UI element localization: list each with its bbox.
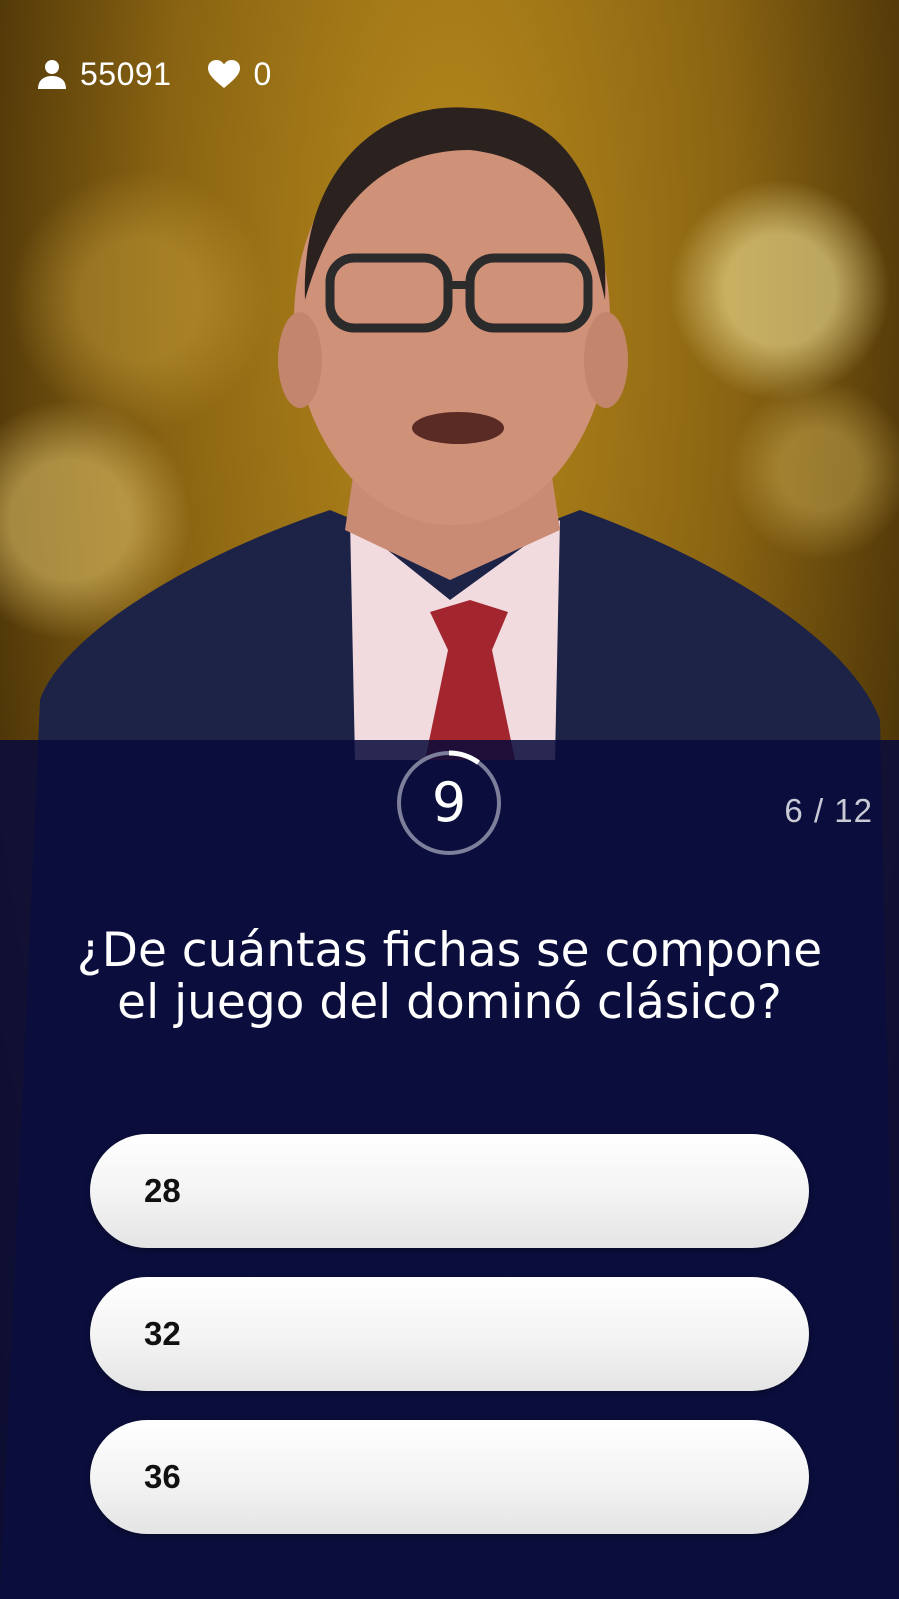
lives-count-value: 0 — [253, 55, 272, 92]
user-icon — [38, 60, 66, 89]
countdown-timer: 9 — [394, 748, 504, 858]
answer-option-label: 36 — [144, 1458, 181, 1495]
answer-option-label: 32 — [144, 1315, 181, 1352]
quiz-screen: 55091 0 9 6 / 12 ¿De cuántas fichas se c… — [0, 0, 899, 1599]
heart-icon — [208, 60, 241, 88]
answer-option-label: 28 — [144, 1172, 181, 1209]
question-progress: 6 / 12 — [784, 792, 873, 829]
lives-count: 0 — [207, 56, 271, 93]
viewer-count: 55091 — [36, 56, 171, 93]
viewer-count-value: 55091 — [80, 55, 172, 92]
answer-option-2[interactable]: 32 — [90, 1277, 809, 1391]
question-text: ¿De cuántas fichas se compone el juego d… — [76, 923, 823, 1030]
stats-bar: 55091 0 — [36, 54, 308, 94]
answer-option-1[interactable]: 28 — [90, 1134, 809, 1248]
answer-option-3[interactable]: 36 — [90, 1420, 809, 1534]
timer-seconds: 9 — [431, 771, 467, 834]
